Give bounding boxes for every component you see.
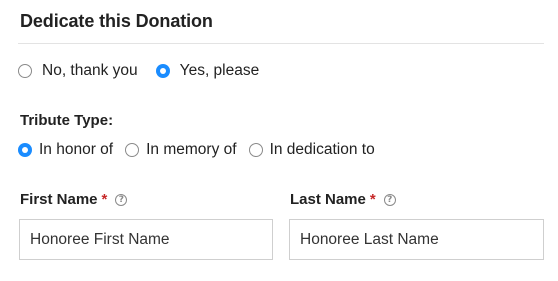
tribute-option-memory[interactable]: In memory of <box>125 141 237 159</box>
radio-in-memory-of[interactable] <box>125 143 140 157</box>
radio-yes-please[interactable] <box>155 64 170 78</box>
dedicate-option-no[interactable]: No, thank you <box>18 62 138 80</box>
first-name-label: First Name * ? <box>20 191 128 208</box>
dedicate-option-yes[interactable]: Yes, please <box>155 62 260 80</box>
radio-label-in-memory-of: In memory of <box>146 141 237 158</box>
required-asterisk: * <box>101 191 108 208</box>
radio-label-no-thank-you: No, thank you <box>42 62 138 79</box>
last-name-label: Last Name * ? <box>290 191 396 208</box>
radio-in-dedication-to[interactable] <box>248 143 263 157</box>
help-icon[interactable]: ? <box>383 193 396 206</box>
tribute-type-label: Tribute Type: <box>20 112 114 129</box>
radio-no-thank-you[interactable] <box>18 64 32 78</box>
required-asterisk: * <box>369 191 376 208</box>
last-name-label-text: Last Name <box>290 191 366 208</box>
radio-label-in-dedication-to: In dedication to <box>269 141 375 158</box>
help-icon[interactable]: ? <box>115 193 128 206</box>
section-divider <box>18 43 544 44</box>
dedicate-radio-group: No, thank you Yes, please <box>18 62 277 80</box>
radio-in-honor-of[interactable] <box>18 143 32 157</box>
first-name-label-text: First Name <box>20 191 98 208</box>
tribute-option-honor[interactable]: In honor of <box>18 141 113 159</box>
tribute-radio-group: In honor of In memory of In dedication t… <box>18 141 387 159</box>
first-name-input[interactable] <box>19 219 273 260</box>
tribute-option-dedication[interactable]: In dedication to <box>248 141 375 159</box>
radio-label-yes-please: Yes, please <box>179 62 260 79</box>
last-name-input[interactable] <box>289 219 544 260</box>
section-title: Dedicate this Donation <box>20 11 213 31</box>
radio-label-in-honor-of: In honor of <box>39 141 114 158</box>
